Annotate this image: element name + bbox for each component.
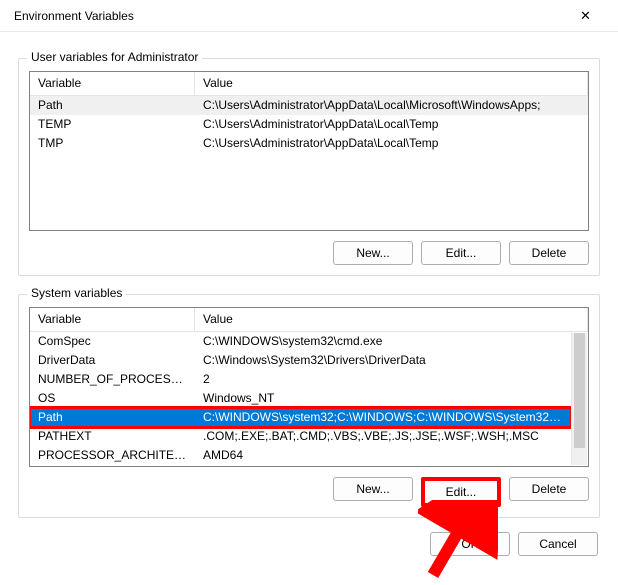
table-row[interactable]: NUMBER_OF_PROCESSORS2	[30, 370, 571, 389]
cell-value: C:\Windows\System32\Drivers\DriverData	[195, 351, 571, 370]
column-value[interactable]: Value	[195, 72, 588, 95]
scrollbar-thumb[interactable]	[574, 333, 585, 448]
system-delete-button[interactable]: Delete	[509, 477, 589, 501]
user-variables-list[interactable]: Variable Value PathC:\Users\Administrato…	[29, 71, 589, 231]
cell-value: .COM;.EXE;.BAT;.CMD;.VBS;.VBE;.JS;.JSE;.…	[195, 427, 571, 446]
table-row[interactable]: PATHEXT.COM;.EXE;.BAT;.CMD;.VBS;.VBE;.JS…	[30, 427, 571, 446]
system-new-button[interactable]: New...	[333, 477, 413, 501]
close-button[interactable]: ✕	[563, 0, 608, 32]
system-group-label: System variables	[27, 286, 126, 300]
cell-variable: TMP	[30, 134, 195, 153]
list-header: Variable Value	[30, 72, 588, 96]
ok-button[interactable]: OK	[430, 532, 510, 556]
column-variable[interactable]: Variable	[30, 308, 195, 331]
user-edit-button[interactable]: Edit...	[421, 241, 501, 265]
window-title: Environment Variables	[14, 9, 563, 23]
column-variable[interactable]: Variable	[30, 72, 195, 95]
table-row[interactable]: DriverDataC:\Windows\System32\Drivers\Dr…	[30, 351, 571, 370]
system-variables-list[interactable]: Variable Value ComSpecC:\WINDOWS\system3…	[29, 307, 589, 467]
table-row[interactable]: PathC:\WINDOWS\system32;C:\WINDOWS;C:\WI…	[30, 408, 571, 427]
table-row[interactable]: PROCESSOR_ARCHITECTUREAMD64	[30, 446, 571, 465]
table-row[interactable]: TEMPC:\Users\Administrator\AppData\Local…	[30, 115, 588, 134]
column-value[interactable]: Value	[195, 308, 588, 331]
system-edit-button[interactable]: Edit...	[421, 477, 501, 507]
cell-value: C:\Users\Administrator\AppData\Local\Tem…	[195, 115, 588, 134]
cell-variable: PATHEXT	[30, 427, 195, 446]
user-delete-button[interactable]: Delete	[509, 241, 589, 265]
cell-variable: DriverData	[30, 351, 195, 370]
cell-value: 2	[195, 370, 571, 389]
close-icon: ✕	[580, 8, 591, 24]
cell-variable: OS	[30, 389, 195, 408]
cell-variable: TEMP	[30, 115, 195, 134]
user-variables-group: User variables for Administrator Variabl…	[18, 58, 600, 276]
cell-variable: Path	[30, 96, 195, 115]
cell-variable: PROCESSOR_ARCHITECTURE	[30, 446, 195, 465]
table-row[interactable]: OSWindows_NT	[30, 389, 571, 408]
table-row[interactable]: ComSpecC:\WINDOWS\system32\cmd.exe	[30, 332, 571, 351]
cell-value: C:\WINDOWS\system32\cmd.exe	[195, 332, 571, 351]
cell-variable: ComSpec	[30, 332, 195, 351]
cell-value: C:\Users\Administrator\AppData\Local\Tem…	[195, 134, 588, 153]
user-new-button[interactable]: New...	[333, 241, 413, 265]
cell-value: Windows_NT	[195, 389, 571, 408]
cell-variable: Path	[30, 408, 195, 427]
cell-value: AMD64	[195, 446, 571, 465]
titlebar: Environment Variables ✕	[0, 0, 618, 32]
cell-value: C:\WINDOWS\system32;C:\WINDOWS;C:\WINDOW…	[195, 408, 571, 427]
user-group-label: User variables for Administrator	[27, 50, 202, 64]
table-row[interactable]: TMPC:\Users\Administrator\AppData\Local\…	[30, 134, 588, 153]
scrollbar[interactable]	[571, 333, 587, 465]
cancel-button[interactable]: Cancel	[518, 532, 598, 556]
cell-variable: NUMBER_OF_PROCESSORS	[30, 370, 195, 389]
system-variables-group: System variables Variable Value ComSpecC…	[18, 294, 600, 518]
list-header: Variable Value	[30, 308, 588, 332]
cell-value: C:\Users\Administrator\AppData\Local\Mic…	[195, 96, 588, 115]
table-row[interactable]: PathC:\Users\Administrator\AppData\Local…	[30, 96, 588, 115]
